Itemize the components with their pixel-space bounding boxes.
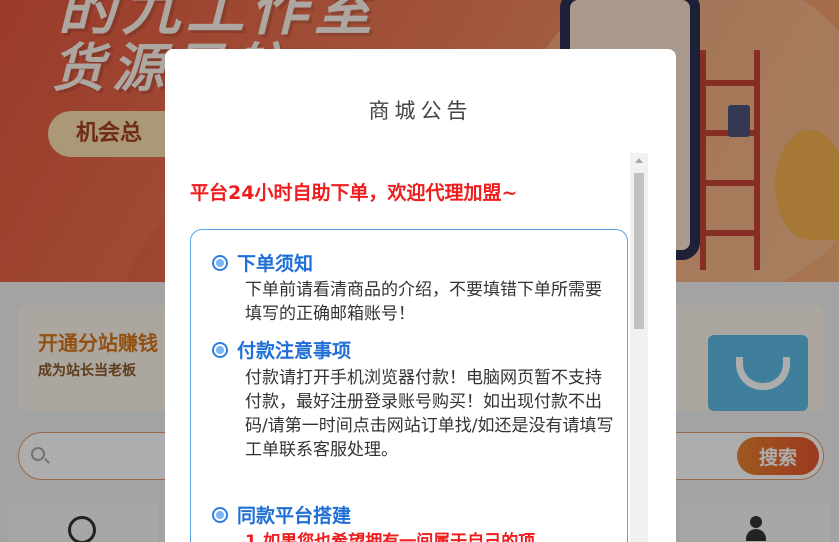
section-text: 1.如果您也希望拥有一间属于自己的项: [245, 532, 536, 542]
section-text: 下单前请看清商品的介绍，不要填错下单所需要填写的正确邮箱账号！: [245, 280, 602, 324]
announcement-text: 平台24小时自助下单，欢迎代理加盟~: [190, 182, 518, 204]
section-title: 付款注意事项: [237, 340, 352, 362]
section-heading-ordering: 下单须知: [212, 249, 313, 276]
section-heading-platform: 同款平台搭建: [212, 501, 351, 528]
section-title: 同款平台搭建: [237, 505, 352, 527]
modal-scrollbar[interactable]: [630, 153, 648, 542]
modal-scroll-content[interactable]: 平台24小时自助下单，欢迎代理加盟~ 下单须知 下单前请看清商品的介绍，不要填错…: [189, 153, 629, 542]
notice-card: 下单须知 下单前请看清商品的介绍，不要填错下单所需要填写的正确邮箱账号！ 付款注…: [190, 229, 628, 542]
section-text: 付款请打开手机浏览器付款！电脑网页暂不支持付款，最好注册登录账号购买！如出现付款…: [245, 368, 614, 460]
bullet-icon: [212, 341, 228, 358]
bullet-icon: [212, 254, 228, 271]
modal-title: 商城公告: [368, 99, 473, 123]
scrollbar-thumb[interactable]: [634, 173, 644, 329]
section-heading-payment: 付款注意事项: [212, 336, 351, 363]
announcement-modal: 商城公告 平台24小时自助下单，欢迎代理加盟~ 下单须知 下单前请看清商品的介绍…: [165, 49, 676, 542]
bullet-icon: [212, 506, 228, 523]
section-title: 下单须知: [237, 253, 314, 275]
scroll-up-arrow-icon[interactable]: [635, 158, 643, 163]
